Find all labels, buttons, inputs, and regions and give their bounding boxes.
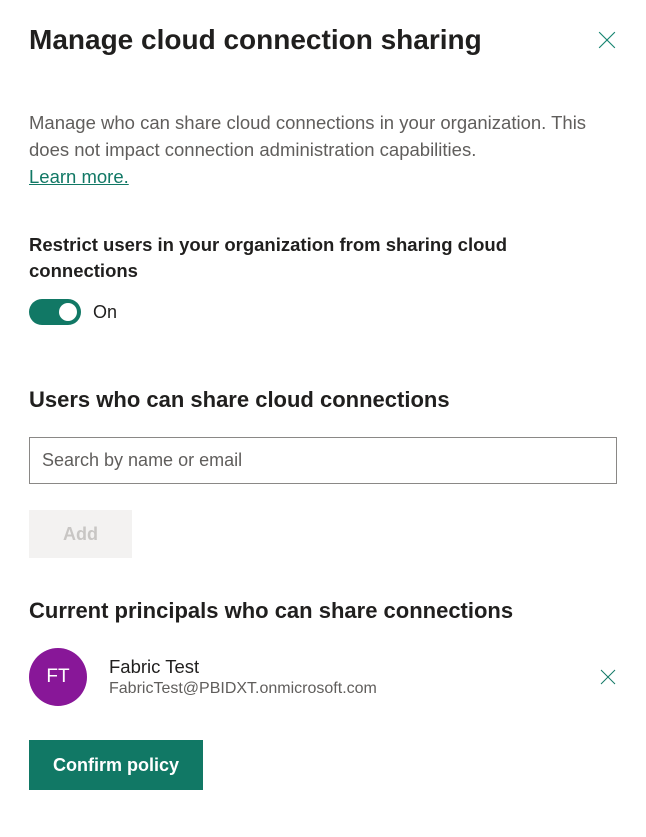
toggle-knob	[59, 303, 77, 321]
restrict-label: Restrict users in your organization from…	[29, 232, 617, 284]
dialog-description: Manage who can share cloud connections i…	[29, 110, 617, 164]
principal-name: Fabric Test	[109, 656, 577, 678]
close-icon[interactable]	[597, 30, 617, 50]
toggle-state-label: On	[93, 302, 117, 323]
search-input[interactable]	[29, 437, 617, 484]
add-button[interactable]: Add	[29, 510, 132, 558]
principal-row: FT Fabric Test FabricTest@PBIDXT.onmicro…	[29, 648, 617, 706]
dialog-title: Manage cloud connection sharing	[29, 24, 482, 56]
restrict-toggle[interactable]	[29, 299, 81, 325]
principal-info: Fabric Test FabricTest@PBIDXT.onmicrosof…	[109, 656, 577, 698]
principal-email: FabricTest@PBIDXT.onmicrosoft.com	[109, 680, 577, 698]
remove-principal-icon[interactable]	[599, 668, 617, 686]
users-section-heading: Users who can share cloud connections	[29, 387, 617, 413]
confirm-policy-button[interactable]: Confirm policy	[29, 740, 203, 790]
avatar: FT	[29, 648, 87, 706]
learn-more-link[interactable]: Learn more.	[29, 166, 129, 188]
principals-section-heading: Current principals who can share connect…	[29, 598, 617, 624]
